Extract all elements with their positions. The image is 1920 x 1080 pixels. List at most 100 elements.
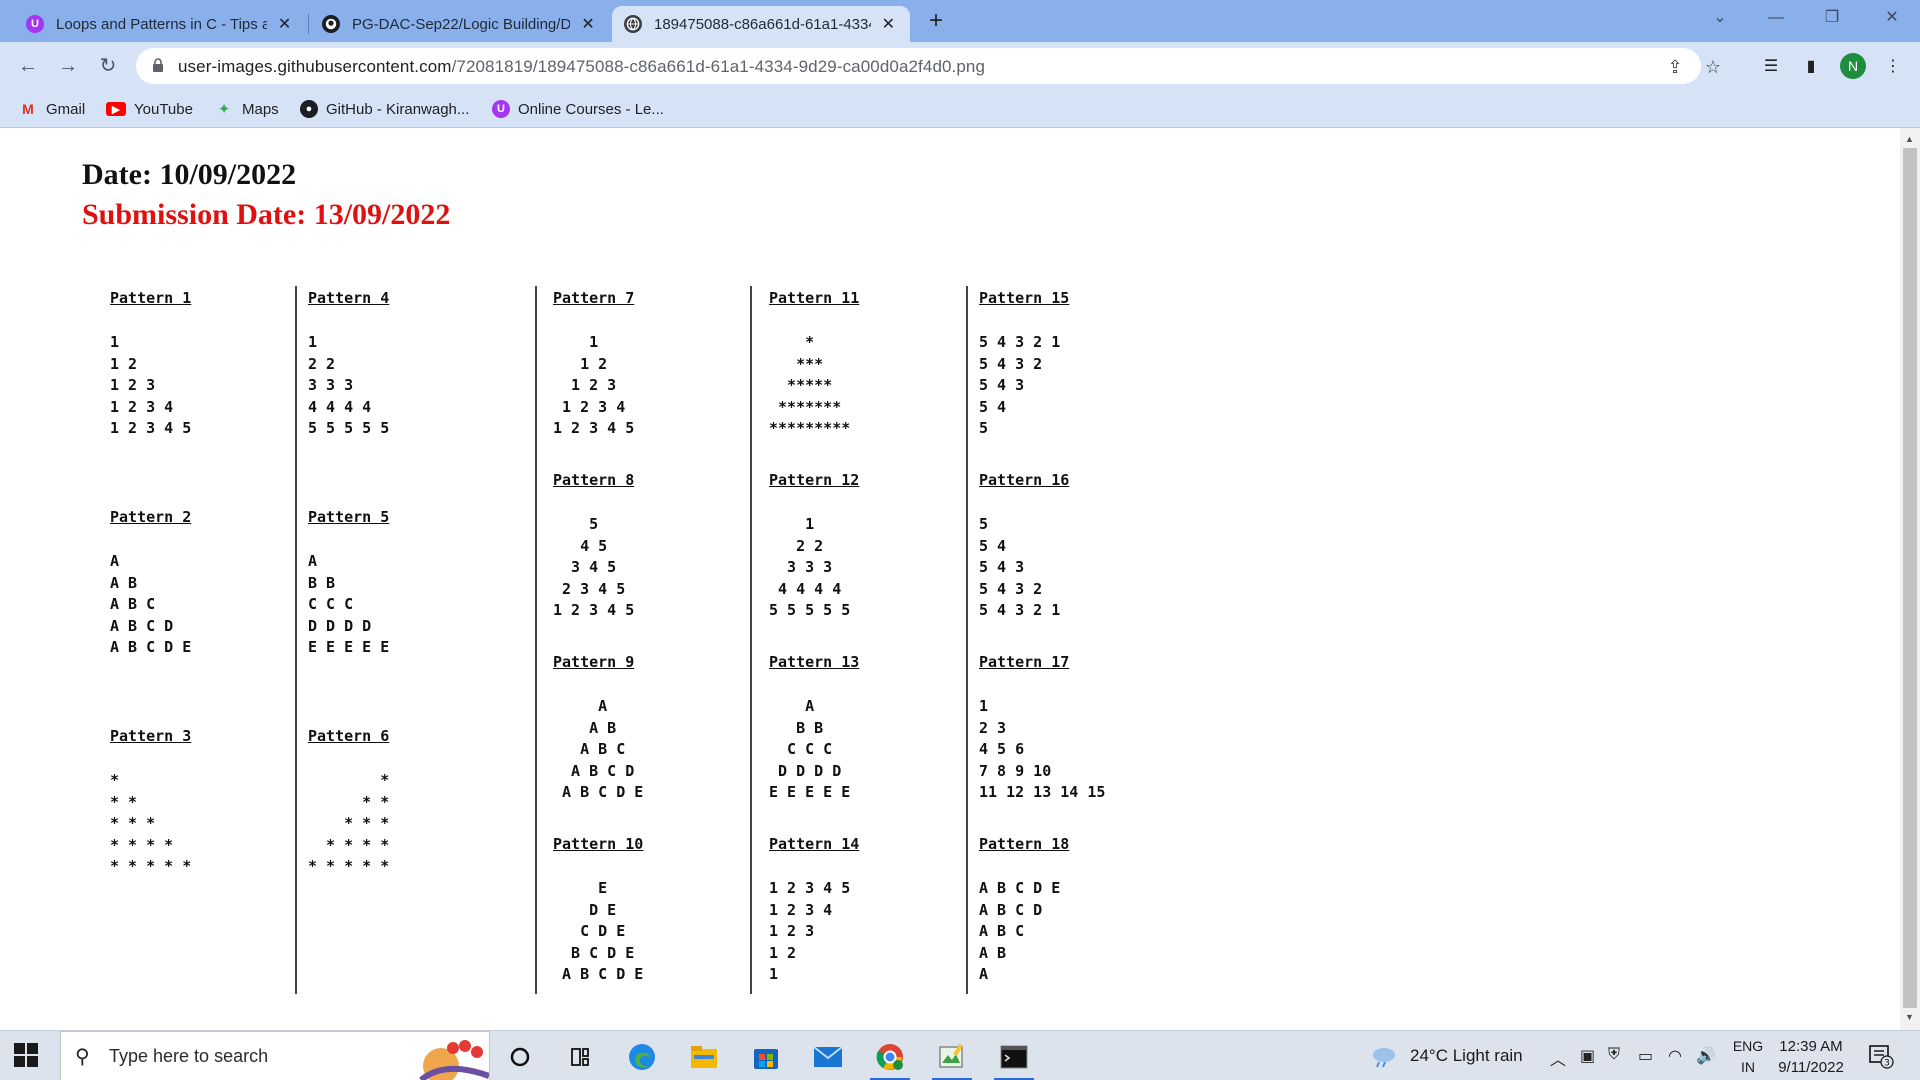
paint-icon[interactable] bbox=[928, 1037, 976, 1080]
bookmark-maps[interactable]: ✦ Maps bbox=[214, 98, 279, 120]
language-code: ENG bbox=[1732, 1038, 1764, 1054]
pattern-line: 5 4 3 bbox=[979, 376, 1025, 394]
url-text: user-images.githubusercontent.com/720818… bbox=[178, 57, 985, 77]
pattern-line: 1 bbox=[979, 697, 989, 715]
bookmark-udemy[interactable]: U Online Courses - Le... bbox=[492, 98, 664, 120]
microsoft-store-icon[interactable] bbox=[742, 1037, 790, 1077]
pattern-line: * * * * bbox=[110, 835, 174, 854]
pattern-line: * bbox=[308, 771, 390, 789]
bookmarks-bar: M Gmail ▶ YouTube ✦ Maps ● GitHub - Kira… bbox=[0, 90, 1920, 128]
pattern-line: B C D E bbox=[553, 943, 635, 962]
pattern-body: A B B C C C D D D D E E E E E bbox=[308, 551, 389, 659]
column-divider bbox=[750, 286, 752, 994]
back-button[interactable]: ← bbox=[14, 52, 42, 80]
column-divider bbox=[295, 286, 297, 994]
reading-list-icon[interactable]: ☰ bbox=[1760, 56, 1782, 78]
submission-date: Submission Date: 13/09/2022 bbox=[82, 198, 451, 231]
pattern-title: Pattern 3 bbox=[110, 727, 192, 745]
menu-icon[interactable]: ⋮ bbox=[1882, 56, 1904, 78]
pattern-line: A B bbox=[553, 718, 617, 737]
bookmark-youtube[interactable]: ▶ YouTube bbox=[106, 98, 193, 120]
tab-github-repo[interactable]: PG-DAC-Sep22/Logic Building/D ✕ bbox=[310, 6, 610, 42]
pattern-line: A B C D bbox=[110, 616, 174, 635]
pattern-line: B B bbox=[769, 718, 824, 737]
pattern-line: A bbox=[979, 965, 989, 983]
pattern-line: * * * * * bbox=[308, 857, 390, 875]
pattern-body: 1 2 2 3 3 3 4 4 4 4 5 5 5 5 5 bbox=[308, 332, 389, 440]
taskbar-search-box[interactable]: ⚲ Type here to search bbox=[60, 1031, 490, 1080]
clock-date: 9/11/2022 bbox=[1778, 1059, 1844, 1076]
bookmark-star-icon[interactable]: ☆ bbox=[1702, 56, 1724, 78]
forward-button[interactable]: → bbox=[54, 52, 82, 80]
pattern-title: Pattern 9 bbox=[553, 653, 635, 671]
weather-widget[interactable]: 24°C Light rain bbox=[1370, 1031, 1523, 1080]
bookmark-github[interactable]: ● GitHub - Kiranwagh... bbox=[300, 98, 469, 120]
scrollbar-thumb[interactable] bbox=[1903, 148, 1917, 1008]
new-tab-button[interactable]: + bbox=[922, 8, 950, 36]
close-window-button[interactable]: ✕ bbox=[1864, 0, 1920, 38]
windows-start-icon[interactable] bbox=[14, 1043, 38, 1067]
pattern-line: 1 2 3 bbox=[553, 376, 617, 394]
image-viewport: Date: 10/09/2022 Submission Date: 13/09/… bbox=[0, 128, 1900, 1030]
side-panel-icon[interactable]: ▮ bbox=[1800, 56, 1822, 78]
pattern-line: 3 3 3 bbox=[308, 376, 354, 394]
pattern-body: A A B A B C A B C D A B C D E bbox=[553, 696, 643, 804]
pattern-line: 5 5 5 5 5 bbox=[769, 601, 851, 619]
meet-now-icon[interactable]: ▣ bbox=[1580, 1046, 1595, 1066]
mail-icon[interactable] bbox=[804, 1037, 852, 1077]
notification-center-icon[interactable]: 3 bbox=[1868, 1043, 1894, 1069]
pattern-line: 1 2 3 4 5 bbox=[110, 419, 192, 437]
region-code: IN bbox=[1741, 1059, 1755, 1075]
tab-search-icon[interactable]: ⌄ bbox=[1692, 0, 1748, 38]
url-domain: user-images.githubusercontent.com bbox=[178, 57, 452, 76]
minimize-button[interactable]: — bbox=[1748, 0, 1804, 38]
system-clock[interactable]: 12:39 AM 9/11/2022 bbox=[1770, 1036, 1852, 1078]
address-bar[interactable]: user-images.githubusercontent.com/720818… bbox=[136, 48, 1721, 84]
pattern-8: Pattern 8 5 4 5 3 4 5 2 3 4 5 1 2 3 4 5 bbox=[553, 471, 634, 622]
pattern-body: 1 1 2 1 2 3 1 2 3 4 1 2 3 4 5 bbox=[553, 332, 634, 440]
terminal-icon[interactable] bbox=[990, 1037, 1038, 1080]
show-hidden-icons-chevron-icon[interactable]: ︿ bbox=[1550, 1046, 1566, 1070]
wifi-icon[interactable]: ◠ bbox=[1668, 1046, 1682, 1066]
pattern-4: Pattern 4 1 2 2 3 3 3 4 4 4 4 5 5 5 5 5 bbox=[308, 289, 389, 440]
scroll-up-arrow-icon[interactable]: ▲ bbox=[1905, 134, 1914, 144]
pattern-line: B B bbox=[308, 573, 336, 592]
globe-icon bbox=[624, 15, 642, 33]
close-tab-icon[interactable]: ✕ bbox=[275, 14, 294, 34]
pattern-10: Pattern 10 E D E C D E B C D E A B C D E bbox=[553, 835, 643, 986]
pattern-title: Pattern 12 bbox=[769, 471, 860, 489]
tab-loops-patterns[interactable]: U Loops and Patterns in C - Tips an ✕ bbox=[14, 6, 306, 42]
pattern-line: A B C D bbox=[979, 900, 1043, 919]
lock-icon bbox=[153, 58, 163, 72]
pattern-line: 1 2 bbox=[110, 354, 138, 373]
chrome-icon[interactable] bbox=[866, 1037, 914, 1080]
pattern-body: 5 4 3 2 1 5 4 3 2 5 4 3 5 4 5 bbox=[979, 332, 1069, 440]
file-explorer-icon[interactable] bbox=[680, 1037, 728, 1077]
pattern-15: Pattern 15 5 4 3 2 1 5 4 3 2 5 4 3 5 4 5 bbox=[979, 289, 1069, 440]
close-tab-icon[interactable]: ✕ bbox=[879, 14, 898, 34]
reload-button[interactable]: ↻ bbox=[94, 52, 122, 80]
share-icon[interactable]: ⇪ bbox=[1664, 56, 1686, 78]
close-tab-icon[interactable]: ✕ bbox=[578, 14, 598, 34]
task-view-icon[interactable] bbox=[556, 1037, 604, 1077]
bookmark-label: GitHub - Kiranwagh... bbox=[326, 100, 470, 118]
vertical-scrollbar[interactable]: ▲ ▼ bbox=[1900, 128, 1920, 1030]
pattern-line: D D D D bbox=[769, 761, 842, 780]
battery-icon[interactable]: ▭ bbox=[1638, 1046, 1653, 1066]
pattern-line: A B C bbox=[110, 595, 156, 613]
language-indicator[interactable]: ENG IN bbox=[1730, 1036, 1766, 1078]
tab-image[interactable]: 189475088-c86a661d-61a1-4334 ✕ bbox=[612, 6, 910, 42]
edge-icon[interactable] bbox=[618, 1037, 666, 1077]
pattern-line: 5 bbox=[553, 515, 599, 533]
pattern-line: 1 2 3 4 5 bbox=[553, 419, 635, 437]
pattern-line: D D D D bbox=[308, 616, 372, 635]
security-icon[interactable]: ⛨ bbox=[1608, 1046, 1620, 1064]
pattern-title: Pattern 7 bbox=[553, 289, 635, 307]
scroll-down-arrow-icon[interactable]: ▼ bbox=[1905, 1012, 1914, 1022]
restore-button[interactable]: ❐ bbox=[1804, 0, 1860, 38]
volume-icon[interactable]: 🔊 bbox=[1696, 1046, 1716, 1066]
bookmark-gmail[interactable]: M Gmail bbox=[18, 98, 85, 120]
pattern-line: 7 8 9 10 bbox=[979, 761, 1052, 780]
profile-avatar[interactable]: N bbox=[1840, 53, 1866, 79]
cortana-icon[interactable] bbox=[496, 1037, 544, 1077]
